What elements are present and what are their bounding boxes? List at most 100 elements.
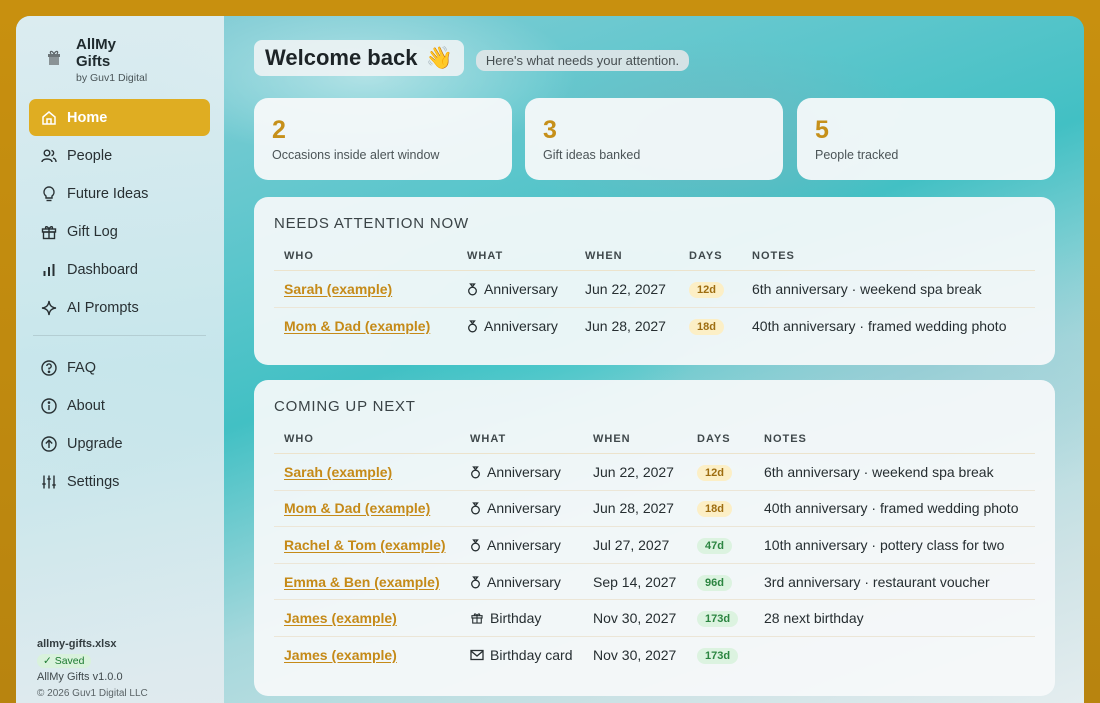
- sidebar-item-upgrade[interactable]: Upgrade: [29, 425, 210, 462]
- cell-when: Jul 27, 2027: [583, 526, 687, 564]
- sidebar-item-label: About: [67, 397, 105, 414]
- cell-days: 18d: [679, 307, 742, 344]
- ring-icon: [467, 319, 478, 333]
- cell-notes: 6th anniversary · weekend spa break: [754, 453, 1035, 491]
- stat-value: 2: [272, 116, 286, 144]
- person-link[interactable]: Emma & Ben (example): [284, 574, 440, 590]
- sidebar-item-home[interactable]: Home: [29, 99, 210, 136]
- waving-hand-icon: 👋: [425, 45, 453, 70]
- cell-what: Anniversary: [457, 270, 575, 308]
- cell-who: James (example): [274, 636, 460, 673]
- home-icon: [40, 109, 58, 127]
- gift-icon: [40, 223, 58, 241]
- page-title: Welcome back 👋: [254, 40, 464, 76]
- table-row: Sarah (example) Anniversary Jun 22, 2027 12…: [274, 453, 1035, 491]
- stat-value: 5: [815, 116, 829, 144]
- people-icon: [40, 147, 58, 165]
- table-row: Mom & Dad (example) Anniversary Jun 28, 20…: [274, 490, 1035, 528]
- table-row: James (example) Birthday Nov 30, 2027 173d 2…: [274, 599, 1035, 637]
- occasion-label: Anniversary: [487, 536, 561, 553]
- stat-card-ideas[interactable]: 3 Gift ideas banked: [525, 98, 783, 180]
- person-link[interactable]: Rachel & Tom (example): [284, 537, 446, 553]
- page-header: Welcome back 👋 Here's what needs your at…: [254, 40, 690, 76]
- welcome-text: Welcome back: [265, 45, 418, 70]
- cell-when: Nov 30, 2027: [583, 599, 687, 637]
- sidebar-item-people[interactable]: People: [29, 137, 210, 174]
- ring-icon: [470, 575, 481, 589]
- gift-icon: [470, 611, 484, 625]
- table-header-row: WHO WHAT WHEN DAYS NOTES: [274, 433, 1035, 454]
- cell-who: Emma & Ben (example): [274, 563, 460, 601]
- stat-value: 3: [543, 116, 557, 144]
- envelope-icon: [470, 648, 484, 662]
- stat-card-occasions[interactable]: 2 Occasions inside alert window: [254, 98, 512, 180]
- sidebar-item-label: Future Ideas: [67, 185, 149, 202]
- column-header-what: WHAT: [457, 250, 575, 271]
- person-link[interactable]: James (example): [284, 647, 397, 663]
- days-badge: 173d: [697, 648, 739, 665]
- sidebar-item-label: Home: [67, 109, 108, 126]
- ring-icon: [467, 282, 478, 296]
- table-row: James (example) Birthday card Nov 30, 2027…: [274, 636, 1035, 673]
- column-header-what: WHAT: [460, 433, 583, 454]
- cell-who: Mom & Dad (example): [274, 490, 460, 528]
- coming-up-table: WHO WHAT WHEN DAYS NOTES Sarah (example)…: [274, 433, 1035, 673]
- cell-who: Rachel & Tom (example): [274, 526, 460, 564]
- sidebar-item-label: AI Prompts: [67, 299, 139, 316]
- cell-days: 12d: [679, 270, 742, 308]
- occasion-label: Anniversary: [487, 500, 561, 517]
- cell-notes: [754, 636, 1035, 673]
- sidebar-item-label: Gift Log: [67, 223, 118, 240]
- sidebar-item-ai-prompts[interactable]: AI Prompts: [29, 289, 210, 326]
- column-header-who: WHO: [274, 433, 460, 454]
- column-header-notes: NOTES: [754, 433, 1035, 454]
- stat-card-people[interactable]: 5 People tracked: [797, 98, 1055, 180]
- sidebar-item-gift-log[interactable]: Gift Log: [29, 213, 210, 250]
- sidebar-item-settings[interactable]: Settings: [29, 463, 210, 500]
- person-link[interactable]: James (example): [284, 610, 397, 626]
- cell-notes: 40th anniversary · framed wedding photo: [752, 317, 1007, 334]
- app-version: AllMy Gifts v1.0.0: [37, 671, 123, 683]
- cell-notes: 40th anniversary · framed wedding photo: [754, 490, 1035, 528]
- table-row: Emma & Ben (example) Anniversary Sep 14, 2…: [274, 563, 1035, 601]
- cell-who: Mom & Dad (example): [274, 307, 457, 344]
- stat-label: People tracked: [815, 148, 899, 162]
- cell-what: Birthday card: [460, 636, 583, 673]
- brand[interactable]: AllMy Gifts by Guv1 Digital: [44, 36, 147, 84]
- info-icon: [40, 397, 58, 415]
- cell-notes: 6th anniversary · weekend spa break: [742, 270, 1035, 308]
- days-badge: 173d: [697, 611, 739, 628]
- sidebar-item-dashboard[interactable]: Dashboard: [29, 251, 210, 288]
- person-link[interactable]: Sarah (example): [284, 281, 392, 297]
- cell-what: Birthday: [460, 599, 583, 637]
- person-link[interactable]: Sarah (example): [284, 464, 392, 480]
- occasion-label: Birthday: [490, 610, 542, 627]
- cell-notes: 3rd anniversary · restaurant voucher: [754, 563, 1035, 601]
- sidebar-item-about[interactable]: About: [29, 387, 210, 424]
- cell-when: Nov 30, 2027: [593, 647, 677, 664]
- person-link[interactable]: Mom & Dad (example): [284, 318, 430, 334]
- cell-what: Anniversary: [460, 563, 583, 601]
- panel-title: NEEDS ATTENTION NOW: [274, 215, 469, 232]
- ring-icon: [470, 538, 481, 552]
- nav-divider: [33, 327, 206, 336]
- days-badge: 12d: [697, 464, 732, 481]
- copyright: © 2026 Guv1 Digital LLC: [37, 688, 148, 699]
- cell-days: 96d: [687, 563, 754, 601]
- stat-label: Gift ideas banked: [543, 148, 641, 162]
- column-header-who: WHO: [274, 250, 457, 271]
- table-row: Mom & Dad (example) Anniversary Jun 28, 20…: [274, 307, 1035, 344]
- sidebar-item-faq[interactable]: FAQ: [29, 349, 210, 386]
- bar-chart-icon: [40, 261, 58, 279]
- occasion-label: Anniversary: [487, 463, 561, 480]
- person-link[interactable]: Mom & Dad (example): [284, 500, 430, 516]
- days-badge: 18d: [689, 318, 724, 335]
- sidebar-item-future-ideas[interactable]: Future Ideas: [29, 175, 210, 212]
- cell-what: Anniversary: [460, 453, 583, 491]
- cell-days: 47d: [687, 526, 754, 564]
- cell-what: Anniversary: [460, 526, 583, 564]
- ring-icon: [470, 465, 481, 479]
- question-icon: [40, 359, 58, 377]
- sparkle-icon: [40, 299, 58, 317]
- cell-when: Sep 14, 2027: [583, 563, 687, 601]
